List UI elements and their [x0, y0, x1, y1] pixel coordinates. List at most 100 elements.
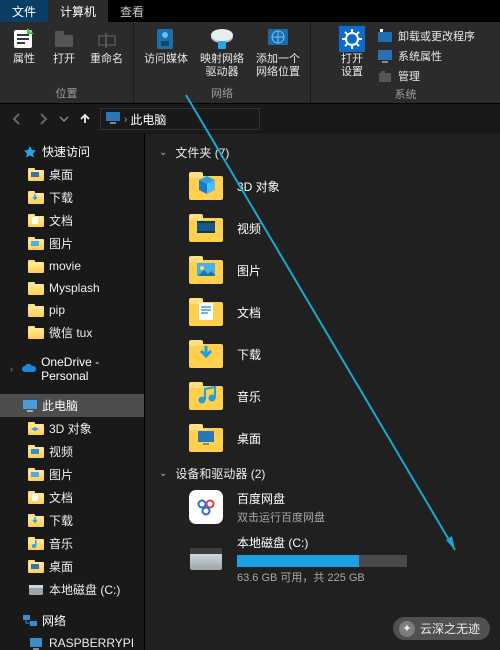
settings-icon [338, 26, 366, 52]
tree-item-label: 图片 [49, 466, 73, 483]
ribbon: 属性 打开 重命名 位置 访问媒体 映射网络 驱动器 [0, 22, 500, 104]
folder-item[interactable]: 音乐 [149, 375, 500, 417]
watermark: ✦ 云深之无迹 [393, 617, 490, 640]
tree-item-label: 下载 [49, 512, 73, 529]
tree-item[interactable]: movie [0, 255, 144, 277]
map-drive-button[interactable]: 映射网络 驱动器 [194, 24, 250, 81]
folder-icon [189, 169, 223, 203]
tab-computer[interactable]: 计算机 [48, 0, 108, 22]
folder-icon [28, 167, 44, 183]
properties-icon [10, 26, 38, 52]
nav-forward-button[interactable] [32, 108, 54, 130]
folder-icon [28, 536, 44, 552]
tree-onedrive[interactable]: › OneDrive - Personal [0, 352, 144, 386]
tree-item[interactable]: pip [0, 299, 144, 321]
tree-item[interactable]: 音乐 [0, 532, 144, 555]
folder-item[interactable]: 下载 [149, 333, 500, 375]
tree-this-pc[interactable]: 此电脑 [0, 394, 144, 417]
tree-item-label: 视频 [49, 443, 73, 460]
item-name: 3D 对象 [237, 178, 280, 195]
baidu-app-icon [189, 490, 223, 524]
folder-item[interactable]: 桌面 [149, 417, 500, 459]
folder-icon [189, 295, 223, 329]
uninstall-button[interactable]: 卸载或更改程序 [372, 26, 479, 46]
tree-item[interactable]: RASPBERRYPI [0, 632, 144, 650]
tab-file[interactable]: 文件 [0, 0, 48, 22]
ribbon-group-title: 网络 [211, 85, 233, 103]
tree-item[interactable]: 文档 [0, 209, 144, 232]
folder-icon [28, 490, 44, 506]
tree-item-label: 文档 [49, 489, 73, 506]
folder-icon [28, 213, 44, 229]
section-folders[interactable]: ⌄ 文件夹 (7) [149, 138, 500, 165]
tree-item[interactable]: 桌面 [0, 555, 144, 578]
nav-bar: › 此电脑 [0, 104, 500, 134]
folder-item[interactable]: 3D 对象 [149, 165, 500, 207]
tree-item[interactable]: 3D 对象 [0, 417, 144, 440]
ribbon-group-location: 属性 打开 重命名 位置 [0, 22, 134, 103]
folder-item[interactable]: 视频 [149, 207, 500, 249]
content-pane: ⌄ 文件夹 (7) 3D 对象视频图片文档下载音乐桌面 ⌄ 设备和驱动器 (2)… [145, 134, 500, 650]
nav-up-button[interactable] [74, 108, 96, 130]
tree-item[interactable]: 下载 [0, 186, 144, 209]
tree-item[interactable]: 微信 tux [0, 321, 144, 344]
item-name: 图片 [237, 262, 261, 279]
folder-icon [28, 582, 44, 598]
properties-button[interactable]: 属性 [4, 24, 44, 68]
star-icon [22, 144, 38, 160]
nav-back-button[interactable] [6, 108, 28, 130]
access-media-button[interactable]: 访问媒体 [138, 24, 194, 68]
folder-icon [28, 513, 44, 529]
map-drive-icon [208, 26, 236, 52]
tree-item[interactable]: Mysplash [0, 277, 144, 299]
tree-item[interactable]: 桌面 [0, 163, 144, 186]
tree-item[interactable]: 下载 [0, 509, 144, 532]
folder-icon [189, 253, 223, 287]
system-properties-button[interactable]: 系统属性 [372, 46, 479, 66]
tree-quick-access[interactable]: 快速访问 [0, 140, 144, 163]
drive-item-c[interactable]: 本地磁盘 (C:) 63.6 GB 可用，共 225 GB [149, 528, 500, 590]
tree-item[interactable]: 图片 [0, 232, 144, 255]
folder-icon [28, 421, 44, 437]
ribbon-group-system: 打开 设置 卸载或更改程序 系统属性 管理 系统 [311, 22, 500, 103]
folder-icon [189, 211, 223, 245]
chevron-down-icon: ⌄ [159, 468, 167, 479]
tree-item-label: 3D 对象 [49, 420, 92, 437]
tab-view[interactable]: 查看 [108, 0, 156, 22]
tree-item[interactable]: 视频 [0, 440, 144, 463]
rename-button[interactable]: 重命名 [84, 24, 129, 68]
manage-icon [376, 67, 394, 85]
tree-item-label: Mysplash [49, 281, 100, 295]
item-subtitle: 双击运行百度网盘 [237, 509, 325, 525]
breadcrumb-node: 此电脑 [130, 111, 166, 128]
folder-icon [189, 337, 223, 371]
ribbon-group-title: 系统 [395, 86, 417, 104]
folder-icon [28, 280, 44, 296]
nav-history-button[interactable] [58, 108, 70, 130]
manage-button[interactable]: 管理 [372, 66, 479, 86]
folder-item[interactable]: 图片 [149, 249, 500, 291]
folder-icon [28, 444, 44, 460]
tree-item-label: movie [49, 259, 81, 273]
uninstall-icon [376, 27, 394, 45]
tree-item-label: pip [49, 303, 65, 317]
breadcrumb[interactable]: › 此电脑 [100, 108, 260, 130]
ribbon-group-title: 位置 [56, 85, 78, 103]
open-button[interactable]: 打开 [44, 24, 84, 68]
open-settings-button[interactable]: 打开 设置 [332, 24, 372, 81]
tree-item[interactable]: 文档 [0, 486, 144, 509]
tree-item-label: 图片 [49, 235, 73, 252]
tree-item[interactable]: 本地磁盘 (C:) [0, 578, 144, 601]
drive-usage-text: 63.6 GB 可用，共 225 GB [237, 569, 407, 585]
folder-item[interactable]: 文档 [149, 291, 500, 333]
drive-usage-bar [237, 555, 407, 567]
section-drives[interactable]: ⌄ 设备和驱动器 (2) [149, 459, 500, 486]
tree-item[interactable]: 图片 [0, 463, 144, 486]
host-icon [28, 635, 44, 650]
wechat-icon: ✦ [399, 621, 415, 637]
tree-item-label: 微信 tux [49, 324, 92, 341]
app-item-baidu[interactable]: 百度网盘 双击运行百度网盘 [149, 486, 500, 528]
pc-icon [22, 398, 38, 414]
add-network-location-button[interactable]: 添加一个 网络位置 [250, 24, 306, 81]
tree-network[interactable]: 网络 [0, 609, 144, 632]
